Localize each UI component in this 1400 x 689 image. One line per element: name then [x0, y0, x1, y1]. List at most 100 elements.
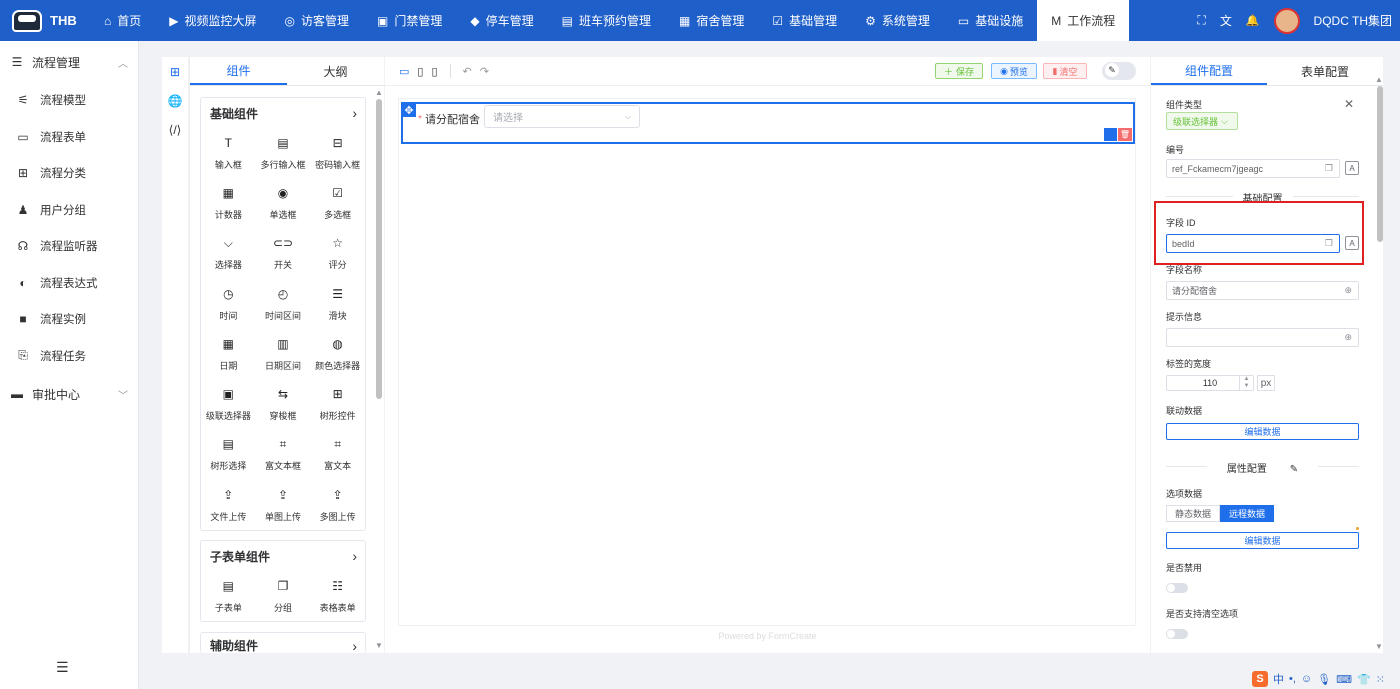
keyboard-icon[interactable]: ⌨ [1336, 673, 1352, 686]
brand-logo[interactable]: THB [0, 0, 90, 41]
section-header[interactable]: 子表单组件 › [201, 541, 365, 571]
nav-item[interactable]: ◆ 停车管理 [456, 0, 547, 41]
nav-item[interactable]: ▤ 班车预约管理 [548, 0, 665, 41]
mic-icon[interactable]: 🎙 [1317, 673, 1331, 686]
component-item[interactable]: ▥ 日期区间 [256, 329, 311, 379]
component-item[interactable]: ⊟ 密码输入框 [310, 128, 365, 178]
scroll-up-arrow-icon[interactable]: ▲ [375, 88, 383, 97]
field-name-input[interactable]: 请分配宿舍 ⊕ [1166, 281, 1359, 300]
component-item[interactable]: ⊞ 树形控件 [310, 379, 365, 429]
sidebar-group-workflow[interactable]: ☰ 流程管理 ︿ [0, 42, 138, 82]
nav-item[interactable]: ◎ 访客管理 [271, 0, 364, 41]
form-canvas[interactable]: ✥ * 请分配宿舍 请选择 ⌵ 🗑 [398, 98, 1136, 626]
components-grid-icon[interactable]: ⊞ [162, 57, 188, 86]
component-item[interactable]: ▤ 子表单 [201, 571, 256, 621]
component-item[interactable]: ▤ 树形选择 [201, 430, 256, 480]
section-header[interactable]: 辅助组件 › [201, 633, 365, 654]
edit-mode-toggle[interactable] [1102, 62, 1136, 80]
scroll-down-arrow-icon[interactable]: ▼ [1375, 642, 1383, 651]
component-item[interactable]: T 输入框 [201, 128, 256, 178]
avatar[interactable] [1273, 7, 1300, 34]
component-item[interactable]: ⇪ 单图上传 [256, 480, 311, 530]
edit-icon[interactable]: ✎ [1279, 464, 1309, 475]
user-name[interactable]: DQDC TH集团 [1314, 12, 1392, 29]
sidebar-item[interactable]: ♟ 用户分组 [0, 192, 138, 229]
component-item[interactable]: ⌗ 富文本 [310, 430, 365, 480]
component-item[interactable]: ⌵ 选择器 [201, 229, 256, 279]
tablet-icon[interactable]: ▯ [417, 65, 423, 78]
sidebar-item[interactable]: ⎘ 流程任务 [0, 338, 138, 375]
close-icon[interactable]: ✕ [1344, 97, 1354, 111]
tab-components[interactable]: 组件 [190, 57, 287, 85]
preview-button[interactable]: ◉ 预览 [991, 63, 1037, 79]
palette-scrollbar[interactable] [376, 99, 382, 399]
tab-outline[interactable]: 大纲 [287, 57, 384, 85]
copy-item-button[interactable] [1104, 128, 1117, 141]
shirt-icon[interactable]: 👕 [1357, 673, 1371, 686]
globe-icon[interactable]: ⊕ [1344, 332, 1352, 343]
component-item[interactable]: ◉ 单选框 [256, 178, 311, 228]
static-data-option[interactable]: 静态数据 [1166, 505, 1221, 522]
component-item[interactable]: ⌗ 富文本框 [256, 430, 311, 480]
nav-item[interactable]: ⌂ 首页 [90, 0, 155, 41]
config-scrollbar[interactable] [1377, 86, 1383, 242]
sidebar-item[interactable]: ◐ 流程表达式 [0, 265, 138, 302]
component-item[interactable]: ▦ 计数器 [201, 178, 256, 228]
scroll-up-arrow-icon[interactable]: ▲ [1375, 75, 1383, 84]
sidebar-group-approval[interactable]: ▬ 审批中心 ﹀ [0, 374, 138, 414]
globe-icon[interactable]: 🌐 [162, 86, 188, 115]
component-item[interactable]: ⇪ 多图上传 [310, 480, 365, 530]
component-item[interactable]: ⊂⊃ 开关 [256, 229, 311, 279]
hint-input[interactable]: ⊕ [1166, 328, 1359, 347]
nav-item[interactable]: ▭ 基础设施 [944, 0, 1037, 41]
label-width-input[interactable]: 110 ▲ ▼ [1166, 375, 1254, 391]
component-item[interactable]: ☰ 滑块 [310, 279, 365, 329]
number-stepper[interactable]: ▲ ▼ [1239, 376, 1253, 390]
clearable-switch[interactable] [1166, 629, 1188, 639]
code-icon[interactable]: ⟨/⟩ [162, 115, 188, 144]
nav-item[interactable]: ☑ 基础管理 [758, 0, 851, 41]
undo-icon[interactable]: ↶ [463, 65, 472, 78]
component-item[interactable]: ⇆ 穿梭框 [256, 379, 311, 429]
component-item[interactable]: ⇪ 文件上传 [201, 480, 256, 530]
scroll-down-arrow-icon[interactable]: ▼ [375, 641, 383, 650]
nav-item[interactable]: ▦ 宿舍管理 [665, 0, 758, 41]
section-header[interactable]: 基础组件 › [201, 98, 365, 128]
sidebar-item[interactable]: ▭ 流程表单 [0, 119, 138, 156]
emoji-icon[interactable]: ☺ [1301, 673, 1312, 685]
component-item[interactable]: ❐ 分组 [256, 571, 311, 621]
punctuation-icon[interactable]: •, [1289, 673, 1296, 685]
tab-form-config[interactable]: 表单配置 [1267, 57, 1383, 85]
component-item[interactable]: ☆ 评分 [310, 229, 365, 279]
nav-item[interactable]: ⚙ 系统管理 [851, 0, 944, 41]
grid-icon[interactable]: ⁙ [1376, 673, 1385, 686]
component-item[interactable]: ▣ 级联选择器 [201, 379, 256, 429]
clear-button[interactable]: ▮ 清空 [1043, 63, 1087, 79]
font-a-icon[interactable]: A [1345, 161, 1359, 175]
delete-item-button[interactable]: 🗑 [1118, 128, 1132, 141]
menu-collapse-icon[interactable]: ☰ [56, 659, 69, 676]
selected-form-item[interactable]: ✥ * 请分配宿舍 请选择 ⌵ 🗑 [401, 102, 1135, 144]
fullscreen-icon[interactable]: ⛶ [1197, 13, 1205, 28]
sidebar-item[interactable]: ⊞ 流程分类 [0, 155, 138, 192]
drag-handle-icon[interactable]: ✥ [402, 103, 416, 117]
component-item[interactable]: ▦ 日期 [201, 329, 256, 379]
save-button[interactable]: ＋ 保存 [935, 63, 983, 79]
component-item[interactable]: ◴ 时间区间 [256, 279, 311, 329]
component-item[interactable]: ▤ 多行输入框 [256, 128, 311, 178]
component-type-tag[interactable]: 级联选择器 ⌵ [1166, 112, 1238, 130]
component-item[interactable]: ◷ 时间 [201, 279, 256, 329]
sogou-logo-icon[interactable]: S [1252, 671, 1268, 687]
desktop-icon[interactable]: ▭ [399, 65, 409, 78]
edit-link-data-button[interactable]: 编辑数据 [1166, 423, 1359, 440]
component-item[interactable]: ◍ 颜色选择器 [310, 329, 365, 379]
translate-icon[interactable]: 文 [1220, 12, 1232, 29]
remote-data-option[interactable]: 远程数据 [1220, 505, 1275, 522]
ref-input[interactable]: ref_Fckamecm7jgeagc ❐ [1166, 159, 1340, 178]
redo-icon[interactable]: ↷ [480, 65, 489, 78]
bell-icon[interactable]: 🔔 [1246, 14, 1260, 27]
mobile-icon[interactable]: ▯ [431, 65, 437, 78]
edit-options-data-button[interactable]: 编辑数据 [1166, 532, 1359, 549]
disabled-switch[interactable] [1166, 583, 1188, 593]
sidebar-item[interactable]: ■ 流程实例 [0, 301, 138, 338]
